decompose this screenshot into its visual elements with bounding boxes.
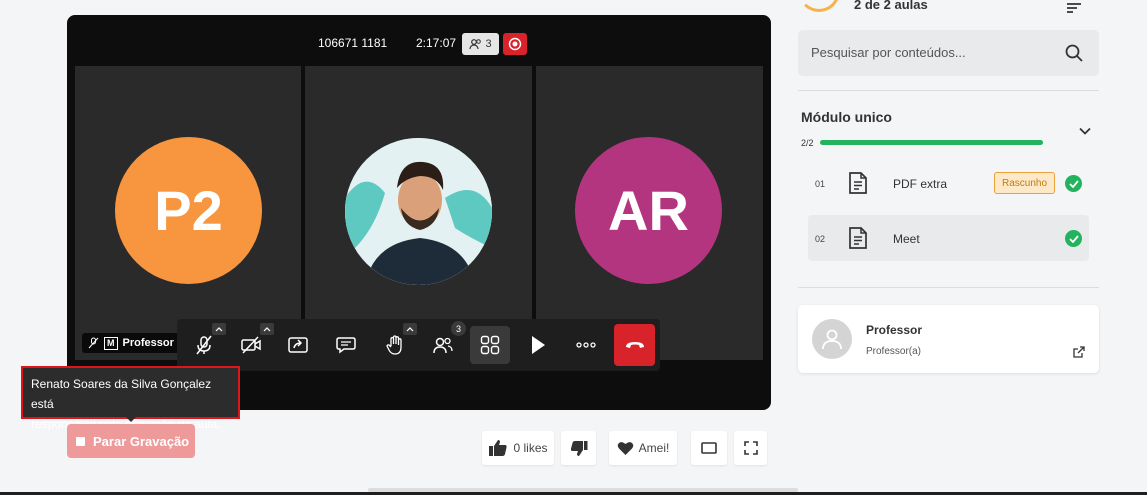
lesson-number: 02 <box>815 234 826 244</box>
course-progress-ring <box>798 0 840 12</box>
chevron-up-icon <box>406 326 414 331</box>
share-screen-button[interactable] <box>278 326 318 364</box>
stop-recording-button[interactable]: Parar Gravação <box>67 424 195 458</box>
more-icon <box>576 342 596 348</box>
meeting-id: 106671 1181 <box>318 36 388 50</box>
fullscreen-icon <box>743 441 758 455</box>
participants-icon <box>433 337 453 354</box>
professor-card: Professor Professor(a) <box>798 305 1099 373</box>
divider <box>798 287 1099 288</box>
fullscreen-button[interactable] <box>734 431 767 465</box>
module-progress-label: 2/2 <box>801 138 814 148</box>
chevron-up-icon <box>263 326 271 331</box>
chat-button[interactable] <box>326 326 366 364</box>
love-button[interactable]: Amei! <box>609 431 677 465</box>
heart-icon <box>617 441 633 455</box>
tile-view-icon <box>480 335 500 355</box>
participant-name: Professor <box>122 337 174 349</box>
lesson-title: Meet <box>893 232 920 246</box>
menu-icon <box>1067 3 1081 13</box>
lesson-number: 01 <box>815 179 826 189</box>
meeting-toolbar: 3 <box>177 319 660 371</box>
participants-icon <box>469 39 482 50</box>
tooltip-arrow <box>126 417 136 422</box>
raise-hand-icon <box>386 335 402 355</box>
camera-options-caret[interactable] <box>260 323 274 335</box>
play-icon <box>532 336 545 354</box>
document-icon <box>848 172 868 199</box>
participant-photo-avatar <box>345 138 492 285</box>
module-title[interactable]: Módulo unico <box>801 109 892 125</box>
content-search-box <box>798 30 1099 76</box>
hangup-icon <box>625 342 644 348</box>
user-icon <box>822 329 842 350</box>
play-button[interactable] <box>518 326 558 364</box>
check-icon <box>1065 230 1082 247</box>
divider <box>798 90 1099 91</box>
lesson-item-meet[interactable]: 02 Meet <box>808 215 1089 261</box>
professor-role: Professor(a) <box>866 346 922 357</box>
mic-options-caret[interactable] <box>212 323 226 335</box>
thumbs-up-icon <box>489 440 508 456</box>
chat-icon <box>336 337 356 354</box>
professor-name: Professor <box>866 323 923 337</box>
thumbs-down-icon <box>570 440 587 456</box>
like-button[interactable]: 0 likes <box>482 431 554 465</box>
search-button[interactable] <box>1065 44 1083 67</box>
reactions-options-caret[interactable] <box>403 323 417 335</box>
chevron-up-icon <box>215 326 223 331</box>
document-icon <box>848 227 868 254</box>
recording-indicator <box>503 33 527 55</box>
record-icon <box>508 37 522 51</box>
search-icon <box>1065 44 1083 62</box>
dislike-button[interactable] <box>561 431 596 465</box>
camera-off-icon <box>241 336 261 354</box>
participants-count-pill[interactable]: 3 <box>462 33 499 55</box>
mic-muted-icon <box>88 337 99 349</box>
module-progress-fill <box>820 140 1043 145</box>
more-options-button[interactable] <box>566 326 606 364</box>
likes-count: 0 likes <box>513 441 548 455</box>
share-screen-icon <box>288 337 308 353</box>
content-search-input[interactable] <box>811 45 1051 60</box>
module-progress-bar <box>820 140 1043 145</box>
sort-menu-button[interactable] <box>1066 0 1082 18</box>
stop-recording-label: Parar Gravação <box>93 433 190 449</box>
meeting-timer: 2:17:07 <box>416 36 457 50</box>
participant-avatar-ar: AR <box>575 137 722 284</box>
participants-badge: 3 <box>451 321 466 336</box>
draft-badge: Rascunho <box>994 172 1055 194</box>
chevron-down-icon <box>1079 127 1091 135</box>
stop-icon <box>76 436 85 446</box>
lesson-title: PDF extra <box>893 177 948 191</box>
moderator-badge: M <box>104 336 118 350</box>
lessons-count: 2 de 2 aulas <box>854 0 928 12</box>
check-icon <box>1065 175 1082 192</box>
lesson-item-pdf-extra[interactable]: 01 PDF extra Rascunho <box>808 160 1089 206</box>
module-toggle[interactable] <box>1079 122 1091 140</box>
participant-avatar-p2: P2 <box>115 137 262 284</box>
mic-muted-icon <box>196 335 212 355</box>
participant-name-tag: M Professor <box>82 333 180 353</box>
external-link-icon <box>1073 346 1085 358</box>
hang-up-button[interactable] <box>614 324 655 366</box>
theater-mode-icon <box>701 442 717 454</box>
participants-count: 3 <box>485 38 492 50</box>
love-label: Amei! <box>638 441 670 455</box>
avatar <box>812 319 852 359</box>
tooltip-line-1: Renato Soares da Silva Gonçalez está <box>31 377 212 411</box>
recording-tooltip: Renato Soares da Silva Gonçalez está res… <box>21 366 240 431</box>
tile-view-button[interactable] <box>470 326 510 364</box>
theater-mode-button[interactable] <box>691 431 727 465</box>
professor-profile-link[interactable] <box>1073 345 1085 363</box>
